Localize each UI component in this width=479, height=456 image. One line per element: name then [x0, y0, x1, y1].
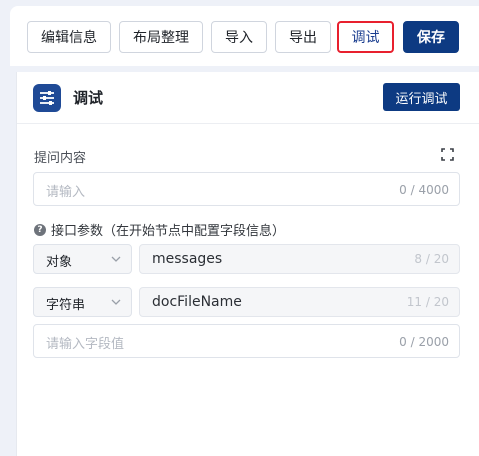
- params-hint-text: 接口参数（在开始节点中配置字段信息）: [51, 224, 286, 239]
- field-value-input[interactable]: 请输入字段值 0 / 2000: [33, 324, 460, 358]
- param-name: messages: [152, 251, 223, 267]
- import-button[interactable]: 导入: [211, 21, 267, 53]
- param-type-select[interactable]: 字符串: [33, 287, 132, 317]
- field-value-counter: 0 / 2000: [399, 335, 449, 349]
- question-counter: 0 / 4000: [399, 183, 449, 197]
- param-name-field: docFileName 11 / 20: [139, 287, 460, 317]
- chevron-down-icon: [111, 299, 121, 305]
- debug-panel: 调试 运行调试 提问内容 请输入 0 / 4000 ? 接口参数（在开始节点中配…: [16, 72, 479, 456]
- panel-title: 调试: [73, 89, 104, 107]
- fullscreen-icon[interactable]: [441, 148, 454, 161]
- panel-header: 调试 运行调试: [17, 72, 479, 124]
- question-placeholder: 请输入: [46, 185, 86, 200]
- question-input[interactable]: 请输入 0 / 4000: [33, 172, 460, 206]
- run-debug-button[interactable]: 运行调试: [383, 83, 460, 111]
- param-type-select[interactable]: 对象: [33, 244, 132, 274]
- param-type-value: 字符串: [46, 298, 86, 313]
- sliders-icon: [33, 84, 61, 112]
- save-button[interactable]: 保存: [403, 21, 459, 53]
- param-type-value: 对象: [46, 255, 73, 270]
- edit-info-button[interactable]: 编辑信息: [27, 21, 111, 53]
- question-label: 提问内容: [34, 151, 87, 166]
- export-button[interactable]: 导出: [275, 21, 331, 53]
- params-hint: ? 接口参数（在开始节点中配置字段信息）: [34, 220, 285, 239]
- question-circle-icon: ?: [34, 223, 46, 236]
- layout-button[interactable]: 布局整理: [119, 21, 203, 53]
- debug-button[interactable]: 调试: [337, 21, 394, 53]
- field-value-placeholder: 请输入字段值: [46, 337, 125, 352]
- chevron-down-icon: [111, 256, 121, 262]
- param-name-counter: 8 / 20: [414, 252, 449, 266]
- param-name-counter: 11 / 20: [406, 295, 449, 309]
- param-name-field: messages 8 / 20: [139, 244, 460, 274]
- top-toolbar: 编辑信息 布局整理 导入 导出 调试 保存: [10, 6, 479, 66]
- param-name: docFileName: [152, 294, 242, 310]
